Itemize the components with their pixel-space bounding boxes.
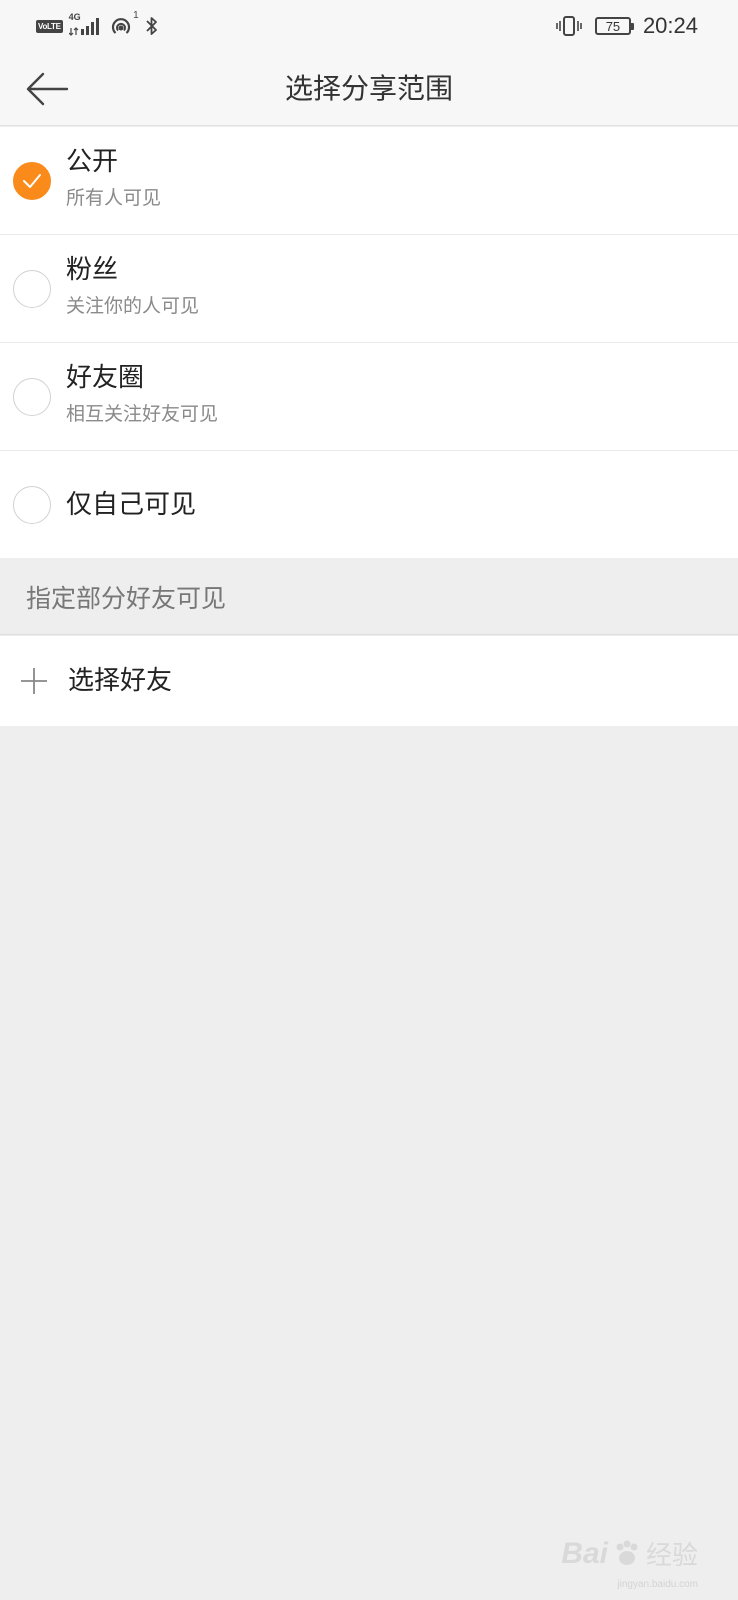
plus-icon [21, 668, 47, 694]
checkmark-icon [23, 173, 41, 188]
option-public-text: 公开 所有人可见 [66, 145, 161, 211]
share-scope-options: 公开 所有人可见 粉丝 关注你的人可见 好友圈 相互关注好友可见 仅自己可见 [0, 127, 738, 558]
status-right: 75 20:24 [555, 10, 698, 42]
status-bar: VoLTE 4G 1 75 20:24 [0, 0, 738, 52]
status-left: VoLTE 4G 1 [36, 10, 159, 40]
watermark-suffix: 经验 [645, 1541, 698, 1571]
option-friend-circle[interactable]: 好友圈 相互关注好友可见 [0, 343, 738, 451]
option-friend-circle-text: 好友圈 相互关注好友可见 [66, 361, 218, 427]
option-title: 公开 [66, 147, 119, 177]
back-button[interactable] [24, 68, 70, 110]
option-subtitle: 关注你的人可见 [66, 295, 200, 317]
option-subtitle: 所有人可见 [66, 187, 162, 209]
radio-unchecked-icon[interactable] [13, 485, 51, 524]
watermark-url: jingyan.baidu.com [617, 1579, 698, 1590]
watermark-brand: Bai [561, 1536, 608, 1570]
select-friends-label: 选择好友 [68, 666, 173, 696]
option-only-me[interactable]: 仅自己可见 [0, 451, 738, 558]
option-title: 好友圈 [66, 363, 145, 393]
option-public[interactable]: 公开 所有人可见 [0, 127, 738, 235]
network-type-label: 4G [68, 12, 81, 22]
battery-icon: 75 [594, 17, 634, 35]
hotspot-count: 1 [133, 10, 139, 21]
paw-icon [616, 1540, 638, 1565]
option-fans[interactable]: 粉丝 关注你的人可见 [0, 235, 738, 343]
bluetooth-icon [145, 14, 159, 38]
status-time: 20:24 [642, 13, 698, 38]
section-label: 指定部分好友可见 [26, 584, 227, 613]
radio-unchecked-icon[interactable] [13, 377, 51, 416]
baidu-jingyan-watermark: Bai 经验 [561, 1535, 698, 1572]
volte-badge: VoLTE [36, 19, 63, 33]
radio-checked-icon[interactable] [13, 161, 51, 200]
option-fans-text: 粉丝 关注你的人可见 [66, 253, 199, 319]
option-only-me-text: 仅自己可见 [66, 488, 196, 522]
option-title: 仅自己可见 [66, 489, 197, 520]
hotspot-icon: 1 [109, 10, 139, 38]
radio-unchecked-icon[interactable] [13, 269, 51, 308]
signal-icon: 4G [68, 12, 103, 37]
specific-friends-section-header: 指定部分好友可见 [0, 562, 738, 635]
select-friends-button[interactable]: 选择好友 [0, 636, 738, 726]
battery-level: 75 [605, 18, 621, 34]
option-subtitle: 相互关注好友可见 [66, 403, 219, 425]
nav-bar: 选择分享范围 [0, 52, 738, 126]
option-title: 粉丝 [66, 255, 119, 285]
back-arrow-icon [26, 72, 69, 106]
vibrate-icon [555, 14, 583, 38]
page-title: 选择分享范围 [284, 72, 453, 105]
